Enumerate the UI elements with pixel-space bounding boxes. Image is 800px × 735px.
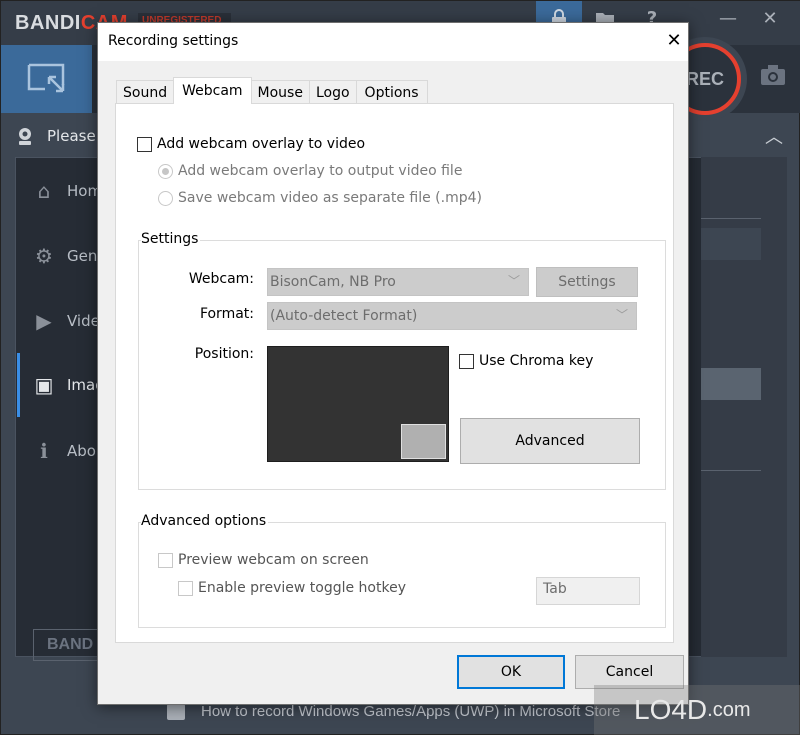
watermark-suffix: .com [707, 698, 751, 721]
tab-mouse[interactable]: Mouse [250, 80, 310, 104]
webcam-position-handle[interactable] [401, 424, 446, 459]
dialog-title: Recording settings [108, 33, 239, 49]
checkbox-box[interactable] [137, 136, 152, 152]
content-field[interactable] [701, 228, 761, 260]
format-select[interactable]: (Auto-detect Format) ﹀ [267, 302, 637, 330]
recording-settings-dialog: Recording settings ✕ Sound Webcam Mouse … [97, 22, 689, 705]
chevron-down-icon: ﹀ [615, 308, 628, 322]
content-field[interactable] [701, 368, 761, 400]
webcam-settings-button[interactable]: Settings [536, 267, 638, 297]
tab-webcam[interactable]: Webcam [173, 77, 252, 104]
close-icon[interactable]: ✕ [747, 1, 793, 35]
brand-main-text: BANDI [15, 12, 81, 34]
checkbox-label: Use Chroma key [479, 353, 594, 369]
bottom-tip-text: How to record Windows Games/Apps (UWP) i… [201, 703, 621, 720]
chevron-down-icon: ﹀ [507, 274, 520, 288]
screen-recording-mode-button[interactable] [1, 45, 93, 113]
webcam-label: Webcam: [188, 271, 254, 287]
dialog-titlebar: Recording settings ✕ [98, 23, 688, 61]
hotkey-input[interactable]: Tab [536, 577, 640, 605]
checkbox-box[interactable] [178, 580, 193, 596]
radio-label: Save webcam video as separate file (.mp4… [178, 190, 482, 206]
position-label: Position: [194, 346, 254, 362]
screenshot-camera-icon[interactable] [761, 65, 785, 91]
chat-icon [167, 703, 185, 720]
divider [701, 218, 761, 219]
webcam-tab-panel: Add webcam overlay to video Add webcam o… [115, 103, 674, 643]
settings-tabs: Sound Webcam Mouse Logo Options [116, 77, 428, 104]
video-settings-icon: ▶ [36, 309, 52, 333]
tab-sound[interactable]: Sound [116, 80, 175, 104]
advanced-options-title: Advanced options [141, 513, 269, 529]
format-label: Format: [199, 306, 254, 322]
ok-button[interactable]: OK [457, 655, 565, 689]
position-preview[interactable] [267, 346, 449, 462]
gear-icon: ⚙ [35, 244, 53, 268]
separate-file-radio[interactable]: Save webcam video as separate file (.mp4… [158, 190, 482, 206]
divider [701, 470, 761, 471]
webcam-select[interactable]: BisonCam, NB Pro ﹀ [267, 268, 529, 296]
format-select-value: (Auto-detect Format) [270, 308, 418, 324]
close-icon[interactable]: ✕ [664, 31, 684, 51]
radio-label: Add webcam overlay to output video file [178, 163, 463, 179]
info-icon: ℹ [40, 439, 48, 463]
screen-rect-mode-icon [27, 63, 64, 93]
add-webcam-overlay-checkbox[interactable]: Add webcam overlay to video [137, 136, 365, 152]
checkbox-box[interactable] [459, 353, 474, 369]
advanced-button[interactable]: Advanced [460, 418, 640, 464]
radio-button[interactable] [158, 163, 173, 179]
tab-logo[interactable]: Logo [308, 80, 357, 104]
checkbox-label: Preview webcam on screen [178, 552, 369, 568]
watermark-text: LO4D [634, 694, 708, 725]
watermark: LO4D .com [594, 685, 800, 735]
radio-button[interactable] [158, 190, 173, 206]
home-icon: ⌂ [37, 179, 51, 203]
webcam-select-value: BisonCam, NB Pro [270, 274, 396, 290]
checkbox-label: Add webcam overlay to video [157, 136, 366, 152]
advanced-options-group [138, 522, 666, 628]
enable-hotkey-checkbox[interactable]: Enable preview toggle hotkey [178, 580, 406, 596]
checkbox-box[interactable] [158, 552, 173, 568]
cancel-button[interactable]: Cancel [575, 655, 684, 689]
checkbox-label: Enable preview toggle hotkey [198, 580, 406, 596]
overlay-output-radio[interactable]: Add webcam overlay to output video file [158, 163, 462, 179]
preview-webcam-checkbox[interactable]: Preview webcam on screen [158, 552, 369, 568]
chroma-key-checkbox[interactable]: Use Chroma key [459, 353, 593, 369]
bottom-tip-link[interactable]: How to record Windows Games/Apps (UWP) i… [167, 703, 620, 720]
chevron-up-icon[interactable]: ︿ [765, 123, 783, 149]
settings-group-title: Settings [141, 231, 201, 247]
webcam-icon [19, 128, 31, 145]
tab-options[interactable]: Options [355, 80, 428, 104]
image-settings-icon: ▣ [34, 373, 54, 397]
minimize-icon[interactable]: — [705, 1, 751, 35]
